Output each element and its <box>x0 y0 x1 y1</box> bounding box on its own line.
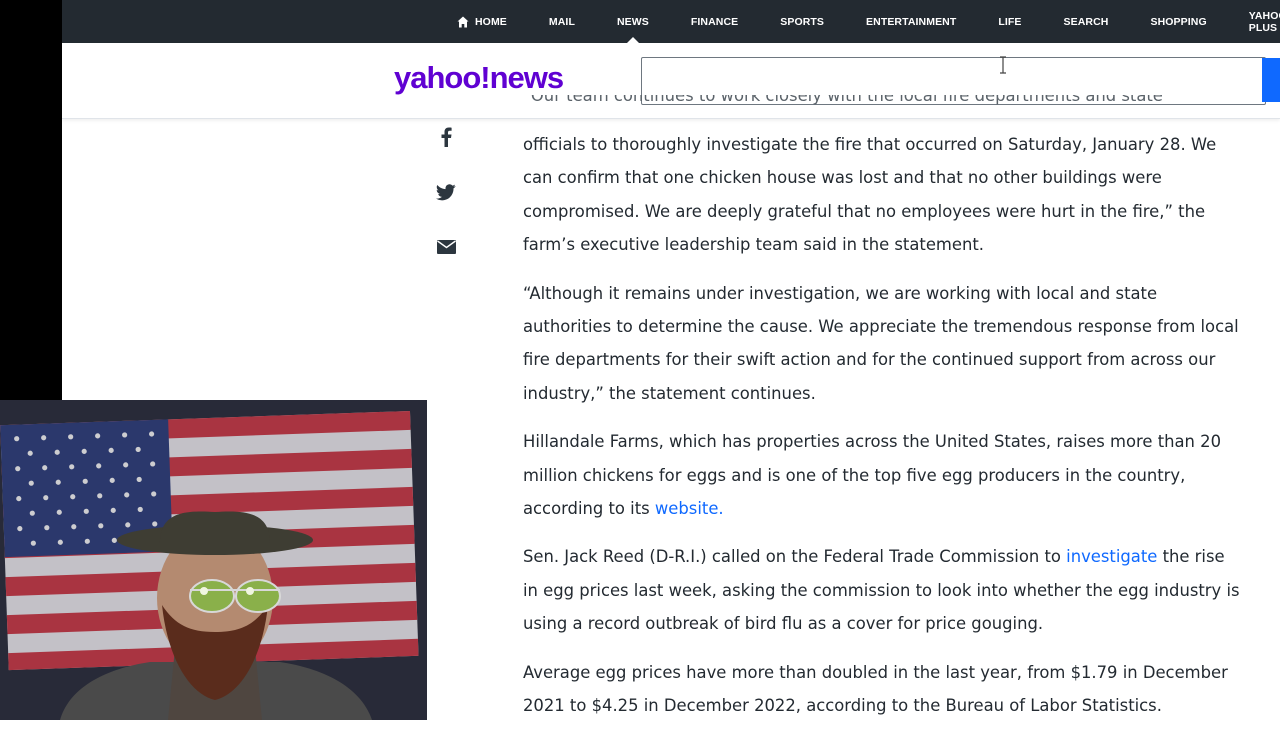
nav-item-home[interactable]: HOME <box>457 0 507 43</box>
nav-item-entertainment[interactable]: ENTERTAINMENT <box>866 0 956 43</box>
nav-items: HOME MAIL NEWS FINANCE SPORTS ENTERTAINMENT LI… <box>457 0 1280 43</box>
paragraph-3-text: Hillandale Farms, which has properties a… <box>523 432 1222 519</box>
nav-item-sports[interactable]: SPORTS <box>780 0 824 43</box>
paragraph-4: Sen. Jack Reed (D-R.I.) called on the Fe… <box>523 540 1243 640</box>
nav-label: SHOPPING <box>1150 15 1207 28</box>
twitter-share-button[interactable] <box>433 179 459 205</box>
mail-share-button[interactable] <box>433 234 459 260</box>
nav-item-yahoo-plus[interactable]: YAHOO PLUS <box>1249 0 1280 43</box>
paragraph-1: officials to thoroughly investigate the … <box>523 135 1217 255</box>
nav-label: SEARCH <box>1063 15 1109 28</box>
paragraph-5: Average egg prices have more than double… <box>523 662 1228 716</box>
nav-label: SPORTS <box>780 15 825 28</box>
mail-icon <box>436 240 456 254</box>
article-body: officials to thoroughly investigate the … <box>523 128 1243 738</box>
nav-item-search[interactable]: SEARCH <box>1064 0 1109 43</box>
paragraph-2: “Although it remains under investigation… <box>523 283 1239 403</box>
top-navigation-bar: HOME MAIL NEWS FINANCE SPORTS ENTERTAINMENT LI… <box>62 0 1280 43</box>
text-cursor-icon <box>1000 56 1006 74</box>
nav-label: HOME <box>475 15 507 28</box>
yahoo-news-logo[interactable]: yahoo!news <box>394 60 564 96</box>
nav-label: LIFE <box>998 15 1022 28</box>
nav-item-news[interactable]: NEWS <box>617 0 649 43</box>
nav-label: NEWS <box>616 15 649 28</box>
nav-item-shopping[interactable]: SHOPPING <box>1151 0 1207 43</box>
nav-item-finance[interactable]: FINANCE <box>691 0 738 43</box>
webcam-video-frame <box>0 400 427 720</box>
nav-label: MAIL <box>548 15 575 28</box>
nav-label: ENTERTAINMENT <box>866 15 957 28</box>
paragraph-4-pre: Sen. Jack Reed (D-R.I.) called on the Fe… <box>523 547 1067 567</box>
investigate-link[interactable]: investigate <box>1066 547 1157 566</box>
partially-hidden-line: “Our team continues to work closely with… <box>523 95 1243 119</box>
nav-label: FINANCE <box>690 15 739 28</box>
facebook-share-button[interactable] <box>433 124 459 150</box>
webcam-overlay <box>0 400 427 720</box>
nav-label: YAHOO PLUS <box>1248 9 1280 34</box>
facebook-icon <box>441 127 452 147</box>
home-icon <box>457 16 469 27</box>
nav-item-life[interactable]: LIFE <box>998 0 1021 43</box>
twitter-icon <box>436 183 456 200</box>
website-link[interactable]: website. <box>655 499 724 518</box>
paragraph-3: Hillandale Farms, which has properties a… <box>523 425 1243 525</box>
nav-item-mail[interactable]: MAIL <box>549 0 575 43</box>
search-button[interactable] <box>1262 58 1280 102</box>
partial-text: “Our team continues to work closely with… <box>523 95 1163 105</box>
